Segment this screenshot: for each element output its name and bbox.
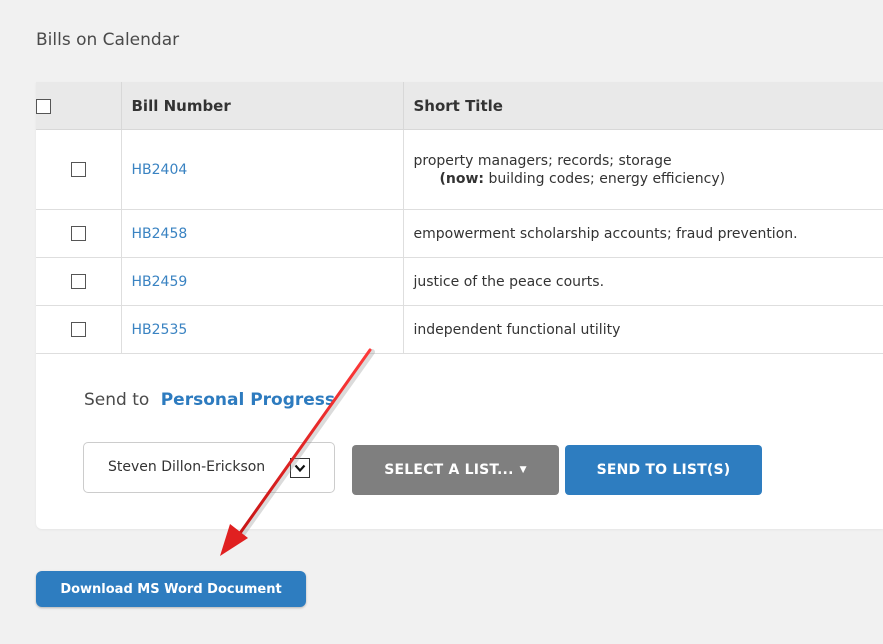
send-to-target: Personal Progress [160, 390, 336, 410]
bill-number-cell: HB2404 [121, 129, 404, 210]
send-to-lists-button[interactable]: SEND TO LIST(S) [565, 445, 762, 495]
download-word-document-button[interactable]: Download MS Word Document [36, 571, 306, 607]
section-title: Bills on Calendar [36, 30, 180, 50]
row-checkbox-cell [36, 209, 122, 258]
chevron-down-icon[interactable] [290, 458, 310, 478]
short-title: independent functional utility [413, 321, 621, 338]
bills-table: Bill Number Short Title HB2404 property … [36, 82, 883, 354]
select-all-cell [36, 82, 122, 130]
short-title: empowerment scholarship accounts; fraud … [413, 225, 798, 242]
member-select-value: Steven Dillon-Erickson [108, 459, 266, 475]
send-to-heading: Send to Personal Progress [84, 390, 335, 410]
caret-down-icon: ▼ [519, 465, 527, 475]
bill-link-hb2458[interactable]: HB2458 [132, 226, 188, 242]
bill-link-hb2404[interactable]: HB2404 [132, 162, 188, 178]
table-row: HB2404 property managers; records; stora… [36, 129, 883, 210]
table-header-row: Bill Number Short Title [36, 82, 883, 130]
row-checkbox[interactable] [70, 226, 86, 241]
bill-number-cell: HB2459 [121, 257, 404, 306]
header-bill-number[interactable]: Bill Number [121, 82, 404, 130]
select-all-checkbox[interactable] [36, 98, 51, 114]
bill-link-hb2459[interactable]: HB2459 [132, 274, 188, 290]
short-title-cell: empowerment scholarship accounts; fraud … [403, 209, 883, 258]
short-title-cell: justice of the peace courts. [403, 257, 883, 306]
bills-card: Bill Number Short Title HB2404 property … [36, 82, 883, 529]
select-a-list-label: SELECT A LIST... [384, 462, 514, 478]
bill-number-cell: HB2458 [121, 209, 404, 258]
bill-link-hb2535[interactable]: HB2535 [132, 322, 188, 338]
select-a-list-button[interactable]: SELECT A LIST... ▼ [352, 445, 559, 495]
short-title-cell: property managers; records; storage (now… [403, 129, 883, 210]
row-checkbox[interactable] [70, 162, 86, 177]
chevron-down-icon-glyph [294, 464, 306, 473]
download-word-document-label: Download MS Word Document [60, 581, 282, 597]
page: Bills on Calendar Bill Number Short Titl… [0, 0, 883, 644]
send-to-prefix: Send to [84, 390, 150, 410]
member-select[interactable]: Steven Dillon-Erickson [83, 442, 335, 493]
short-title: justice of the peace courts. [413, 273, 605, 290]
short-title-cell: independent functional utility [403, 305, 883, 354]
table-row: HB2535 independent functional utility [36, 305, 883, 354]
row-checkbox-cell [36, 129, 122, 210]
table-row: HB2459 justice of the peace courts. [36, 257, 883, 306]
row-checkbox[interactable] [70, 274, 86, 289]
row-checkbox-cell [36, 305, 122, 354]
header-short-title[interactable]: Short Title [403, 82, 883, 130]
send-to-lists-label: SEND TO LIST(S) [596, 462, 731, 478]
bill-number-cell: HB2535 [121, 305, 404, 354]
row-checkbox-cell [36, 257, 122, 306]
now-text: building codes; energy efficiency) [484, 170, 726, 187]
short-title: property managers; records; storage [413, 152, 672, 169]
row-checkbox[interactable] [70, 322, 86, 337]
now-label: (now: [439, 170, 485, 187]
table-row: HB2458 empowerment scholarship accounts;… [36, 209, 883, 258]
current-title: (now: building codes; energy efficiency) [414, 171, 874, 187]
